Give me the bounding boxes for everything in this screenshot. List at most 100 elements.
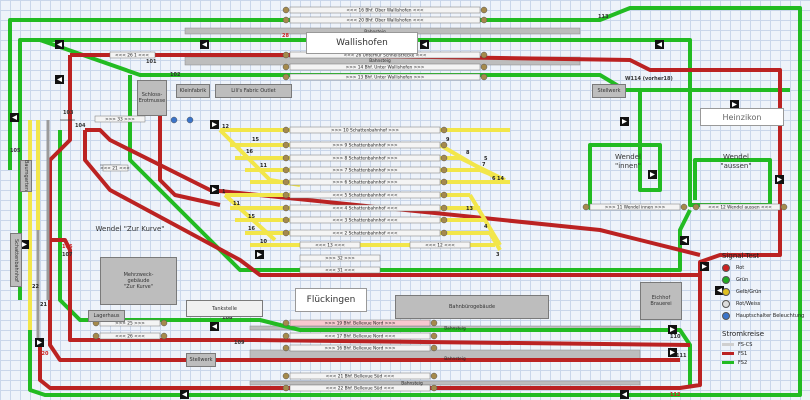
track-label-s7: >>> 7 Schattenbahnhof >>> — [332, 168, 398, 174]
track-label-s5: <<< 5 Schattenbahnhof <<< — [332, 193, 398, 199]
fan-num-8: 8 — [466, 150, 470, 156]
station-name-wallishofen: Wallishofen — [306, 32, 418, 54]
track-label-16b: >>> 16 Bhf. Bellevue Nord >>> — [325, 346, 396, 352]
track-label-20: <<< 20 Bhf. Ober Wallishofen <<< — [346, 18, 424, 24]
track-label-14: >>> 14 Bhf. Unter Wallishofen >>> — [346, 65, 425, 71]
signal-test-label: Rot/Weiss — [736, 301, 761, 307]
track-label-19: >>> 19 Bhf. Bellevue Nord >>> — [325, 321, 396, 327]
track-label-12l: <<< 12 <<< — [425, 243, 455, 249]
track-label-261: <<< 26 1 <<< — [115, 53, 149, 59]
node-111: 111 — [676, 353, 687, 359]
node-105: 105 — [10, 148, 21, 154]
track-plan-canvas[interactable]: <<< 16 Bhf. Ober Wallishofen <<< <<< 20 … — [0, 0, 810, 400]
node-107: 107 — [62, 252, 73, 258]
circuit-row: FS1 — [722, 349, 810, 358]
signal-lamp-icon — [722, 300, 730, 308]
vert-num-21: 21 — [40, 302, 47, 308]
building-mehrzweck: Mehrzweck- gebäude "Zur Kurve" — [100, 257, 177, 305]
signal-lamp-icon — [722, 312, 730, 320]
node-110: 110 — [670, 334, 681, 340]
station-name-flueckingen: Flückingen — [295, 288, 367, 312]
fan-num-1: 1 — [222, 189, 226, 195]
fan-num-10: 10 — [260, 239, 267, 245]
circuit-label: FS-CS — [738, 341, 753, 348]
fan-num-12: 12 — [222, 124, 229, 130]
track-label-13l: <<< 13 <<< — [315, 243, 345, 249]
bahnsteig-bottom-3: Bahnsteig — [401, 381, 423, 387]
building-bahnbuerogebaeude: Bahnbürogebäude — [395, 295, 549, 319]
signal-test-label: Hauptschalter Beleuchtung — [736, 313, 805, 319]
track-label-26b: <<< 26 <<< — [115, 334, 145, 340]
wendel-kurve-label: Wendel "Zur Kurve" — [95, 225, 165, 233]
bahnsteig-bottom-1: Bahnsteig — [444, 326, 466, 332]
signal-test-row[interactable]: Rot/Weiss — [722, 298, 810, 310]
track-label-16: <<< 16 Bhf. Ober Wallishofen <<< — [346, 8, 424, 14]
signal-test-row[interactable]: Rot — [722, 262, 810, 274]
building-stellwerk-bottom: Stellwerk — [186, 353, 216, 367]
track-label-12w: <<< 12 Wendel aussen <<< — [708, 205, 772, 211]
bahnsteig-bottom-2: Bahnsteig — [444, 356, 466, 362]
track-label-33: >>> 33 >>> — [105, 117, 135, 123]
fan-num-7: 7 — [482, 162, 486, 168]
vert-num-22: 22 — [32, 284, 39, 290]
fan-num-3: 3 — [496, 252, 500, 258]
track-label-21v: <<< 21 <<< — [100, 166, 130, 172]
fan-num-11: 11 — [260, 163, 267, 169]
bahnsteig-top-2: Bahnsteig — [369, 58, 391, 64]
circuit-row: FS-CS — [722, 340, 810, 349]
node-112: 112 — [670, 392, 681, 398]
track-label-32: >>> 32 >>> — [325, 256, 355, 262]
fan-num-9: 9 — [446, 137, 450, 143]
circuit-swatch — [722, 352, 734, 355]
building-baumgarten: Baumgarten — [20, 160, 32, 192]
track-label-s3: <<< 3 Schattenbahnhof <<< — [332, 218, 398, 224]
track-label-s8: >>> 8 Schattenbahnhof >>> — [332, 156, 398, 162]
signal-test-title: Signal-Test — [722, 252, 760, 260]
track-label-22: <<< 22 Bhf. Bellevue Süd <<< — [326, 386, 395, 392]
track-label-s2: <<< 2 Schattenbahnhof <<< — [332, 231, 398, 237]
circuit-swatch — [722, 343, 734, 346]
fan-num-5: 5 — [484, 156, 488, 162]
node-104: 104 — [75, 123, 86, 129]
node-102: 102 — [170, 72, 181, 78]
node-101: 101 — [146, 59, 157, 65]
flueckingen-label: Flückingen — [306, 295, 356, 305]
signal-test-label: Grün — [736, 277, 749, 283]
track-label-s9: >>> 9 Schattenbahnhof >>> — [332, 143, 398, 149]
track-label-s10: >>> 10 Schattenbahnhof >>> — [331, 128, 399, 134]
signal-lamp-icon — [722, 276, 730, 284]
building-stellwerk-top: Stellwerk — [592, 84, 626, 98]
building-tankstelle: Tankstelle — [186, 300, 263, 317]
signal-test-row[interactable]: Gelb/Grün — [722, 286, 810, 298]
track-label-11w: >>> 11 Wendel innen >>> — [605, 205, 666, 211]
fan-num-13: 13 — [466, 206, 473, 212]
circuit-row: FS2 — [722, 358, 810, 367]
node-113: 113 — [598, 14, 609, 20]
signal-test-label: Rot — [736, 265, 745, 271]
building-eichhof: Eichhof Brauerei — [640, 282, 682, 320]
circuit-label: FS1 — [738, 350, 748, 357]
building-lagerhaus: Lagerhaus — [88, 310, 125, 322]
fan-num-16a: 16 — [246, 149, 253, 155]
track-label-s4: <<< 4 Schattenbahnhof <<< — [332, 206, 398, 212]
fan-num-11b: 11 — [233, 201, 240, 207]
wallishofen-label: Wallishofen — [336, 38, 388, 48]
signal-test-row[interactable]: Hauptschalter Beleuchtung — [722, 310, 810, 322]
fan-num-14: 14 — [497, 176, 504, 182]
circuit-label: FS2 — [738, 359, 748, 366]
signal-lamp-icon — [722, 288, 730, 296]
node-120: 120 — [38, 351, 49, 357]
heinzikon-label: Heinzikon — [722, 112, 762, 122]
building-schloss: Schloss- Erotmusse — [137, 80, 167, 116]
station-name-heinzikon: Heinzikon — [700, 108, 784, 126]
track-label-17: <<< 17 Bhf. Bellevue Nord <<< — [325, 334, 396, 340]
fan-num-6: 6 — [492, 176, 496, 182]
node-w114: W114 (vorher18) — [625, 76, 673, 82]
wendel-innen-label: Wendel "innen" — [614, 153, 641, 170]
building-kleinfabrik: Kleinfabrik — [176, 84, 210, 98]
signal-test-row[interactable]: Grün — [722, 274, 810, 286]
fan-num-15b: 15 — [248, 214, 255, 220]
building-schattenbahn-vertical: Schattenbahnhof — [10, 233, 22, 287]
track-label-21: <<< 21 Bhf. Bellevue Süd <<< — [326, 374, 395, 380]
stromkreise-title: Stromkreise — [722, 330, 764, 338]
